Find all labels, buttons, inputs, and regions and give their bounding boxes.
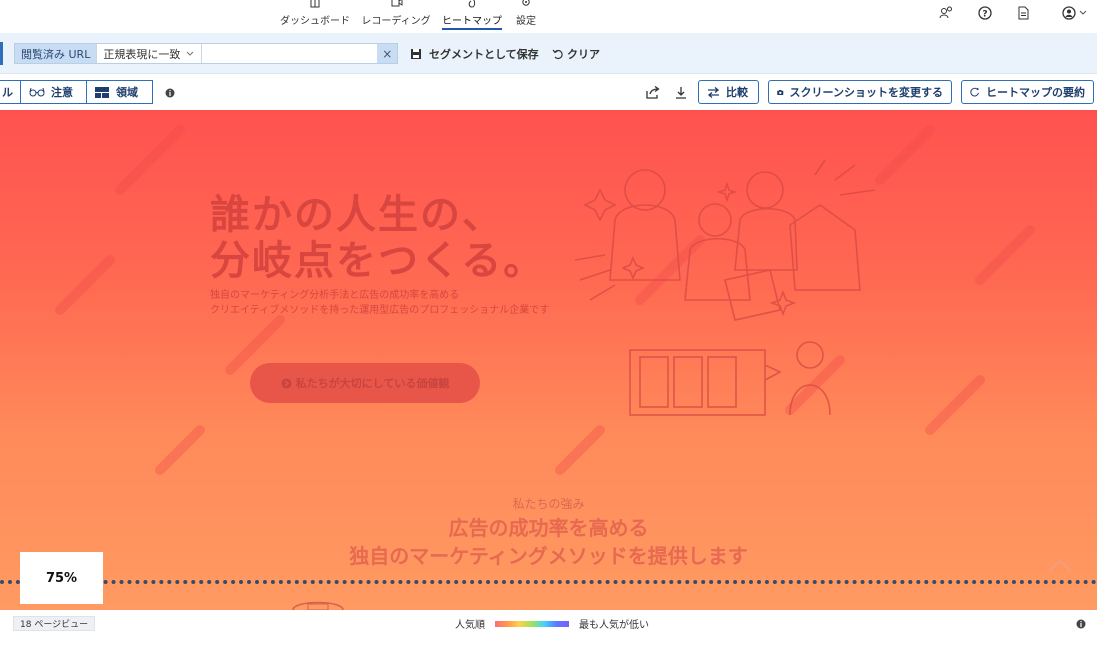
hero-subtitle-line-2: クリエイティブメソッドを持った運用型広告のプロフェッショナル企業です [210,305,550,316]
heatmap-summary-label: ヒートマップの要約 [986,86,1085,99]
save-segment-button[interactable]: セグメントとして保存 [410,46,539,62]
heatmap-icon [468,0,476,8]
tab-settings[interactable]: 設定 [512,0,540,30]
document-icon[interactable] [1015,5,1031,21]
mode-area-button[interactable]: 領域 [86,80,153,104]
scroll-depth-line [0,580,1097,584]
hero-title-line-1: 誰かの人生の、 [210,192,504,238]
tab-recordings[interactable]: レコーディング [361,0,431,30]
change-screenshot-button[interactable]: スクリーンショットを変更する [768,80,952,104]
mode-clicks-label: ル [2,86,13,99]
dashboard-icon [310,0,320,8]
swap-icon [707,86,720,98]
filter-value-input[interactable] [201,44,378,63]
legend-high-label: 人気順 [455,620,485,631]
pageview-count-badge: 18 ページビュー [13,616,96,631]
recording-icon [391,0,403,7]
clear-button[interactable]: クリア [552,46,600,62]
mode-clicks-button[interactable]: ル [0,80,21,104]
mode-attention-button[interactable]: 注意 [20,80,87,104]
close-icon: × [382,46,393,61]
heatmap-toolbar: ル 注意 領域 比較 スクリーンショットを変更する ヒートマップの要約 [0,74,1097,110]
glasses-icon [29,87,45,97]
tab-heatmaps[interactable]: ヒートマップ [442,0,502,30]
hero-illustration [575,159,876,416]
undo-icon [552,49,563,60]
heat-legend: 人気順 最も人気が低い [455,616,649,631]
top-navigation: ダッシュボード レコーディング ヒートマップ 設定 ? [0,0,1097,33]
tab-dashboard[interactable]: ダッシュボード [280,0,350,30]
users-icon[interactable] [938,5,954,21]
share-icon[interactable] [646,86,660,99]
compare-button[interactable]: 比較 [698,80,759,104]
url-filter-chip[interactable]: 閲覧済み URL 正規表現に一致 × [14,43,399,64]
filter-operator-label: 正規表現に一致 [103,47,181,61]
arrow-circle-icon [281,378,292,388]
strength-title-line-1: 広告の成功率を高める [448,516,649,540]
account-icon[interactable] [1061,5,1091,21]
clear-label: クリア [567,48,600,61]
filter-left-edge [0,42,3,65]
remove-filter-button[interactable]: × [377,44,398,63]
heatmap-summary-button[interactable]: ヒートマップの要約 [961,80,1094,104]
heatmap-canvas[interactable]: 誰かの人生の、 分岐点をつくる。 独自のマーケティング分析手法と広告の成功率を高… [0,110,1097,610]
filter-operator-select[interactable]: 正規表現に一致 [96,44,202,63]
help-icon[interactable]: ? [977,5,993,21]
strength-title-line-2: 独自のマーケティングメソッドを提供します [349,544,748,568]
change-screenshot-label: スクリーンショットを変更する [789,86,943,99]
camera-icon [777,89,784,95]
hero-subtitle: 独自のマーケティング分析手法と広告の成功率を高める クリエイティブメソッドを持っ… [210,288,549,318]
save-icon [411,49,421,59]
filter-key: 閲覧済み URL [21,47,91,61]
summary-icon [970,87,979,96]
hero-cta-button[interactable]: 私たちが大切にしている価値観 [250,363,480,403]
mode-attention-label: 注意 [51,86,73,99]
mode-area-label: 領域 [116,86,138,99]
svg-text:?: ? [982,10,987,20]
legend-low-label: 最も人気が低い [579,620,649,631]
tab-label: ダッシュボード [280,16,350,27]
area-icon [95,86,109,98]
gear-icon [522,0,530,6]
scroll-depth-badge: 75% [20,552,103,604]
section-icon [292,601,344,610]
info-icon[interactable] [165,88,175,98]
scroll-top-icon[interactable] [1046,558,1074,574]
hero-title-line-2: 分岐点をつくる。 [210,238,546,284]
status-bar: 18 ページビュー 人気順 最も人気が低い [0,610,1097,645]
hero-subtitle-line-1: 独自のマーケティング分析手法と広告の成功率を高める [210,290,460,301]
download-icon[interactable] [675,86,687,99]
tab-label: 設定 [516,16,536,27]
tab-label: レコーディング [361,16,431,27]
hero-title: 誰かの人生の、 分岐点をつくる。 [210,192,545,284]
chevron-down-icon [186,51,194,56]
tab-label: ヒートマップ [442,12,502,30]
strength-title: 広告の成功率を高める 独自のマーケティングメソッドを提供します [0,514,1097,570]
hero-cta-label: 私たちが大切にしている価値観 [295,377,450,390]
info-icon[interactable] [1076,619,1086,629]
filter-bar: 閲覧済み URL 正規表現に一致 × セグメントとして保存 クリア [0,33,1097,74]
legend-gradient-bar [495,620,569,627]
compare-label: 比較 [726,86,748,99]
strength-kicker: 私たちの強み [512,497,585,511]
save-segment-label: セグメントとして保存 [429,48,539,61]
